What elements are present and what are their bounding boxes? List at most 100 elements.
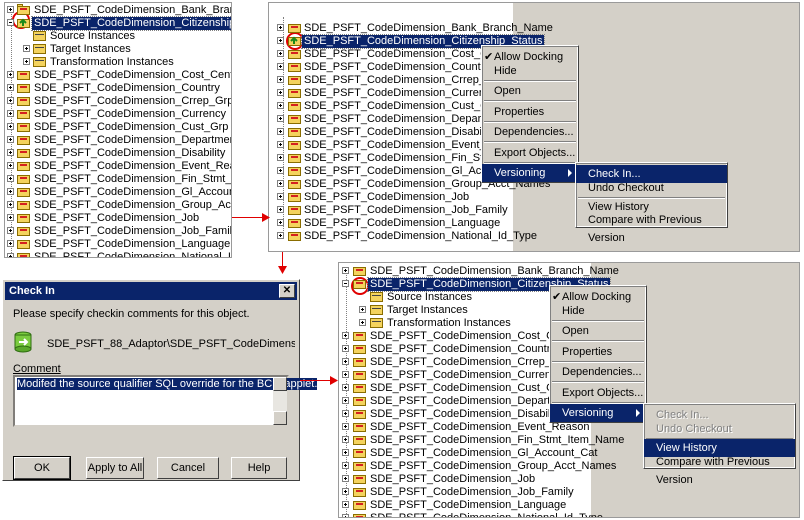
menu-item-open[interactable]: Open xyxy=(482,82,578,100)
expand-toggle[interactable] xyxy=(342,475,349,482)
tree-item-label[interactable]: Source Instances xyxy=(387,291,472,304)
expand-toggle[interactable] xyxy=(23,58,30,65)
scroll-up-icon[interactable] xyxy=(273,377,287,391)
menu-item-undo-checkout[interactable]: Undo Checkout xyxy=(576,179,727,197)
tree-item-label[interactable]: SDE_PSFT_CodeDimension_Country xyxy=(34,82,220,95)
menu-item-versioning[interactable]: Versioning xyxy=(550,404,646,422)
expand-toggle[interactable] xyxy=(277,193,284,200)
expand-toggle[interactable] xyxy=(342,345,349,352)
tree-item-label[interactable]: SDE_PSFT_CodeDimension_Disability xyxy=(370,408,561,421)
tree-item-selected[interactable]: SDE_PSFT_CodeDimension_Citizenship_Statu… xyxy=(30,16,231,31)
close-icon[interactable]: ✕ xyxy=(279,284,295,298)
tree-item-label[interactable]: SDE_PSFT_CodeDimension_Country xyxy=(304,61,490,74)
scroll-down-icon[interactable] xyxy=(273,411,287,425)
tree-item-label[interactable]: SDE_PSFT_CodeDimension_Group_Acct_Names xyxy=(370,460,616,473)
menu-item-compare-previous[interactable]: Compare with Previous Version xyxy=(576,211,727,244)
tree-item-label[interactable]: SDE_PSFT_CodeDimension_Job xyxy=(34,212,199,225)
expand-toggle[interactable] xyxy=(7,253,14,257)
tree-item-label[interactable]: SDE_PSFT_CodeDimension_Bank_Branch_Name xyxy=(304,22,553,35)
tree-item-label[interactable]: SDE_PSFT_CodeDimension_Fin_Stmt_Item_Nam… xyxy=(34,173,231,186)
expand-toggle[interactable] xyxy=(342,462,349,469)
expand-toggle[interactable] xyxy=(23,45,30,52)
expand-toggle[interactable] xyxy=(277,154,284,161)
tree-item-label[interactable]: SDE_PSFT_CodeDimension_Department xyxy=(370,395,575,408)
collapse-toggle[interactable] xyxy=(7,19,14,26)
tree-item-label[interactable]: SDE_PSFT_CodeDimension_Country xyxy=(370,343,556,356)
tree-item-label[interactable]: SDE_PSFT_CodeDimension_Currency xyxy=(304,87,496,100)
expand-toggle[interactable] xyxy=(7,214,14,221)
menu-item-properties[interactable]: Properties xyxy=(550,343,646,361)
expand-toggle[interactable] xyxy=(7,227,14,234)
expand-toggle[interactable] xyxy=(7,110,14,117)
expand-toggle[interactable] xyxy=(277,63,284,70)
cancel-button[interactable]: Cancel xyxy=(157,457,219,479)
tree-item-label[interactable]: SDE_PSFT_CodeDimension_Job xyxy=(370,473,535,486)
tree-item-label[interactable]: SDE_PSFT_CodeDimension_Language xyxy=(304,217,500,230)
tree-item-label[interactable]: SDE_PSFT_CodeDimension_Disability xyxy=(304,126,495,139)
tree-item-label[interactable]: Transformation Instances xyxy=(50,56,174,69)
expand-toggle[interactable] xyxy=(277,141,284,148)
expand-toggle[interactable] xyxy=(342,384,349,391)
tree-item-label[interactable]: SDE_PSFT_CodeDimension_Cost_Center xyxy=(370,330,579,343)
expand-toggle[interactable] xyxy=(7,136,14,143)
expand-toggle[interactable] xyxy=(277,24,284,31)
tree-item-label[interactable]: SDE_PSFT_CodeDimension_Department xyxy=(34,134,231,147)
expand-toggle[interactable] xyxy=(277,76,284,83)
expand-toggle[interactable] xyxy=(342,449,349,456)
expand-toggle[interactable] xyxy=(342,267,349,274)
comment-textarea[interactable]: Modifed the source qualifier SQL overrid… xyxy=(13,375,318,427)
expand-toggle[interactable] xyxy=(277,50,284,57)
tree-item-label[interactable]: SDE_PSFT_CodeDimension_Language xyxy=(370,499,566,512)
menu-item-export-objects[interactable]: Export Objects... xyxy=(550,384,646,402)
tree-item-label[interactable]: SDE_PSFT_CodeDimension_National_Id_Type xyxy=(370,512,603,517)
expand-toggle[interactable] xyxy=(7,175,14,182)
expand-toggle[interactable] xyxy=(277,128,284,135)
expand-toggle[interactable] xyxy=(277,115,284,122)
tree-item-label[interactable]: SDE_PSFT_CodeDimension_Cust_Grp xyxy=(304,100,498,113)
expand-toggle[interactable] xyxy=(7,201,14,208)
expand-toggle[interactable] xyxy=(7,84,14,91)
expand-toggle[interactable] xyxy=(342,423,349,430)
expand-toggle[interactable] xyxy=(277,219,284,226)
tree-item-label[interactable]: SDE_PSFT_CodeDimension_Currency xyxy=(370,369,562,382)
tree-item-label[interactable]: SDE_PSFT_CodeDimension_Job_Family xyxy=(34,225,231,238)
expand-toggle[interactable] xyxy=(7,162,14,169)
ok-button[interactable]: OK xyxy=(13,456,71,480)
tree-item-label[interactable]: SDE_PSFT_CodeDimension_Cost_Center xyxy=(34,69,231,82)
tree-item-label[interactable]: SDE_PSFT_CodeDimension_Bank_Branch_Name xyxy=(370,265,619,278)
expand-toggle[interactable] xyxy=(342,501,349,508)
expand-toggle[interactable] xyxy=(277,232,284,239)
expand-toggle[interactable] xyxy=(342,514,349,517)
tree-item-label[interactable]: SDE_PSFT_CodeDimension_Currency xyxy=(34,108,226,121)
expand-toggle[interactable] xyxy=(342,371,349,378)
expand-toggle[interactable] xyxy=(7,240,14,247)
tree-item-label[interactable]: SDE_PSFT_CodeDimension_Job_Family xyxy=(304,204,508,217)
menu-item-open[interactable]: Open xyxy=(550,322,646,340)
tree-item-label[interactable]: SDE_PSFT_CodeDimension_Department xyxy=(304,113,509,126)
tree-item-label[interactable]: SDE_PSFT_CodeDimension_Cust_Grp xyxy=(34,121,228,134)
menu-item-dependencies[interactable]: Dependencies... xyxy=(482,123,578,141)
expand-toggle[interactable] xyxy=(342,397,349,404)
expand-toggle[interactable] xyxy=(359,319,366,326)
expand-toggle[interactable] xyxy=(342,410,349,417)
scrollbar-vertical[interactable] xyxy=(273,377,287,425)
tree-item-label[interactable]: SDE_PSFT_CodeDimension_Job_Family xyxy=(370,486,574,499)
expand-toggle[interactable] xyxy=(342,358,349,365)
help-button[interactable]: Help xyxy=(231,457,287,479)
expand-toggle[interactable] xyxy=(342,488,349,495)
expand-toggle[interactable] xyxy=(277,89,284,96)
expand-toggle[interactable] xyxy=(277,167,284,174)
expand-toggle[interactable] xyxy=(277,102,284,109)
expand-toggle[interactable] xyxy=(277,180,284,187)
tree-item-label[interactable]: SDE_PSFT_CodeDimension_Job xyxy=(304,191,469,204)
tree-item-label[interactable]: Target Instances xyxy=(50,43,131,56)
tree-item-label[interactable]: SDE_PSFT_CodeDimension_National_Id_Type xyxy=(304,230,537,243)
tree-item-label[interactable]: Transformation Instances xyxy=(387,317,511,330)
tree-item-label[interactable]: SDE_PSFT_CodeDimension_Group_Acct_Names xyxy=(34,199,231,212)
menu-item-dependencies[interactable]: Dependencies... xyxy=(550,363,646,381)
tree-item-label[interactable]: SDE_PSFT_CodeDimension_Crrep_Grp xyxy=(370,356,569,369)
expand-toggle[interactable] xyxy=(7,97,14,104)
tree-item-label[interactable]: SDE_PSFT_CodeDimension_Crrep_Grp xyxy=(34,95,231,108)
expand-toggle[interactable] xyxy=(359,306,366,313)
menu-item-hide[interactable]: Hide xyxy=(550,302,646,320)
